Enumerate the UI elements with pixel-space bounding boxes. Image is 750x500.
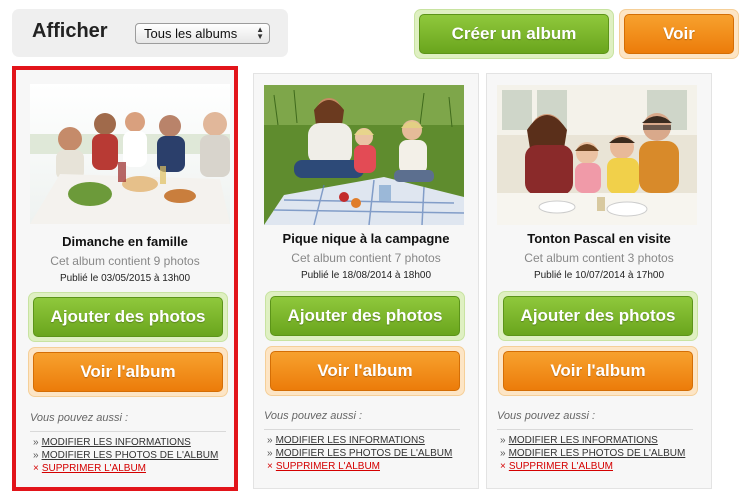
add-photos-button-frame: Ajouter des photos — [265, 291, 465, 341]
edit-photos-link[interactable]: MODIFIER LES PHOTOS DE L'ALBUM — [276, 448, 453, 459]
album-photo-count: Cet album contient 7 photos — [291, 251, 441, 265]
album-title: Dimanche en famille — [62, 234, 188, 249]
view-album-button[interactable]: Voir l'album — [33, 352, 223, 392]
album-card: Dimanche en famille Cet album contient 9… — [12, 66, 238, 491]
view-album-button[interactable]: Voir l'album — [270, 351, 460, 391]
chevron-right-icon: » — [500, 435, 506, 446]
edit-photos-link[interactable]: MODIFIER LES PHOTOS DE L'ALBUM — [509, 448, 686, 459]
album-actions: » MODIFIER LES INFORMATIONS » MODIFIER LES… — [33, 436, 218, 475]
view-button[interactable]: Voir — [624, 14, 734, 54]
album-filter-panel: Afficher Tous les albums ▲ ▼ — [12, 9, 288, 57]
edit-info-link[interactable]: MODIFIER LES INFORMATIONS — [509, 435, 658, 446]
album-card: Tonton Pascal en visite Cet album contie… — [486, 73, 712, 489]
edit-info-link[interactable]: MODIFIER LES INFORMATIONS — [42, 437, 191, 448]
family-dinner-photo — [30, 84, 230, 224]
also-label: Vous pouvez aussi : — [30, 412, 129, 424]
album-cover-photo[interactable] — [264, 85, 464, 225]
add-photos-button[interactable]: Ajouter des photos — [503, 296, 693, 336]
view-album-button[interactable]: Voir l'album — [503, 351, 693, 391]
create-album-button-frame: Créer un album — [414, 9, 614, 59]
album-actions: » MODIFIER LES INFORMATIONS » MODIFIER LES… — [500, 434, 685, 473]
album-publish-date: Publié le 03/05/2015 à 13h00 — [59, 273, 191, 284]
chevron-right-icon: » — [267, 448, 273, 459]
album-card: Pique nique à la campagne Cet album cont… — [253, 73, 479, 489]
add-photos-button[interactable]: Ajouter des photos — [270, 296, 460, 336]
album-title: Pique nique à la campagne — [282, 231, 450, 246]
album-cover-photo[interactable] — [497, 85, 697, 225]
delete-icon: × — [500, 461, 506, 472]
delete-album-link[interactable]: SUPPRIMER L'ALBUM — [42, 463, 146, 474]
also-label: Vous pouvez aussi : — [264, 410, 363, 422]
picnic-photo — [264, 85, 464, 225]
edit-photos-link[interactable]: MODIFIER LES PHOTOS DE L'ALBUM — [42, 450, 219, 461]
add-photos-button-frame: Ajouter des photos — [28, 292, 228, 342]
chevron-right-icon: » — [267, 435, 273, 446]
view-button-frame: Voir — [619, 9, 739, 59]
chevron-right-icon: » — [33, 437, 39, 448]
chevron-right-icon: » — [33, 450, 39, 461]
show-label: Afficher — [32, 20, 108, 42]
add-photos-button-frame: Ajouter des photos — [498, 291, 698, 341]
also-label: Vous pouvez aussi : — [497, 410, 596, 422]
album-actions: » MODIFIER LES INFORMATIONS » MODIFIER LES… — [267, 434, 452, 473]
delete-icon: × — [267, 461, 273, 472]
uncle-visit-photo — [497, 85, 697, 225]
album-cover-photo[interactable] — [30, 84, 230, 224]
delete-album-link[interactable]: SUPPRIMER L'ALBUM — [276, 461, 380, 472]
add-photos-button[interactable]: Ajouter des photos — [33, 297, 223, 337]
divider — [264, 429, 460, 430]
delete-icon: × — [33, 463, 39, 474]
divider — [30, 431, 226, 432]
view-album-button-frame: Voir l'album — [265, 346, 465, 396]
album-title: Tonton Pascal en visite — [527, 231, 671, 246]
create-album-button[interactable]: Créer un album — [419, 14, 609, 54]
album-photo-count: Cet album contient 3 photos — [524, 251, 674, 265]
album-filter-value: Tous les albums — [144, 26, 238, 41]
view-album-button-frame: Voir l'album — [498, 346, 698, 396]
view-album-button-frame: Voir l'album — [28, 347, 228, 397]
album-filter-select[interactable]: Tous les albums ▲ ▼ — [135, 23, 270, 44]
delete-album-link[interactable]: SUPPRIMER L'ALBUM — [509, 461, 613, 472]
chevron-right-icon: » — [500, 448, 506, 459]
album-publish-date: Publié le 10/07/2014 à 17h00 — [533, 270, 665, 281]
select-arrows-icon: ▲ ▼ — [256, 25, 264, 41]
divider — [497, 429, 693, 430]
album-photo-count: Cet album contient 9 photos — [50, 254, 200, 268]
album-publish-date: Publié le 18/08/2014 à 18h00 — [300, 270, 432, 281]
edit-info-link[interactable]: MODIFIER LES INFORMATIONS — [276, 435, 425, 446]
